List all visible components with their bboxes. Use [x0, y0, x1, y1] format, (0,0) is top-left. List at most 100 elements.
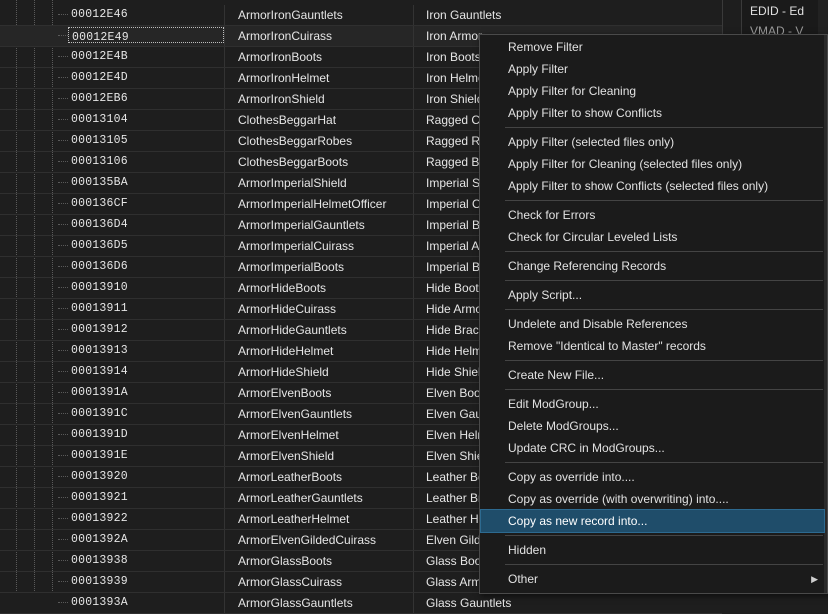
editor-id-cell[interactable]: ArmorIronGauntlets — [224, 5, 413, 25]
table-row[interactable]: 0001393A ArmorGlassGauntlets Glass Gauntle… — [0, 593, 722, 614]
formid-cell[interactable]: 00013106 — [68, 152, 224, 172]
editor-id-cell[interactable]: ArmorGlassCuirass — [224, 572, 413, 592]
formid-cell[interactable]: 00012E4D — [68, 68, 224, 88]
formid-cell[interactable]: 00012E49 — [68, 27, 224, 43]
menu-item-edit-modgroup[interactable]: Edit ModGroup... — [481, 393, 824, 415]
menu-item-apply-filter-to-show-conflicts-selected-files-only[interactable]: Apply Filter to show Conflicts (selected… — [481, 175, 824, 197]
editor-id-cell[interactable]: ArmorImperialCuirass — [224, 236, 413, 256]
name-cell[interactable]: Glass Gauntlets — [413, 593, 722, 613]
editor-id-cell[interactable]: ClothesBeggarRobes — [224, 131, 413, 151]
editor-id-cell[interactable]: ArmorHideBoots — [224, 278, 413, 298]
formid-cell[interactable]: 000136CF — [68, 194, 224, 214]
tree-connector — [58, 308, 68, 309]
editor-id-cell[interactable]: ArmorImperialGauntlets — [224, 215, 413, 235]
formid-cell[interactable]: 0001391D — [68, 425, 224, 445]
formid-cell[interactable]: 0001392A — [68, 530, 224, 550]
menu-item-label: Update CRC in ModGroups... — [508, 441, 665, 455]
editor-id-cell[interactable]: ArmorElvenHelmet — [224, 425, 413, 445]
formid-cell[interactable]: 00013911 — [68, 299, 224, 319]
menu-item-copy-as-new-record-into[interactable]: Copy as new record into... — [480, 509, 825, 533]
editor-id-cell[interactable]: ArmorHideShield — [224, 362, 413, 382]
formid-cell[interactable]: 00013922 — [68, 509, 224, 529]
menu-item-apply-filter-to-show-conflicts[interactable]: Apply Filter to show Conflicts — [481, 102, 824, 124]
menu-item-create-new-file[interactable]: Create New File... — [481, 364, 824, 386]
tree-connector — [58, 581, 68, 582]
menu-item-check-for-circular-leveled-lists[interactable]: Check for Circular Leveled Lists — [481, 226, 824, 248]
tree-connector — [58, 14, 68, 15]
tree-connector — [58, 77, 68, 78]
formid-cell[interactable]: 00013914 — [68, 362, 224, 382]
formid-cell[interactable]: 00013105 — [68, 131, 224, 151]
menu-item-copy-as-override-with-overwriting-into[interactable]: Copy as override (with overwriting) into… — [481, 488, 824, 510]
editor-id-cell[interactable]: ArmorElvenGauntlets — [224, 404, 413, 424]
editor-id-cell[interactable]: ArmorGlassGauntlets — [224, 593, 413, 613]
formid-cell[interactable]: 00013920 — [68, 467, 224, 487]
formid-cell[interactable]: 000135BA — [68, 173, 224, 193]
menu-separator — [505, 535, 823, 536]
context-menu[interactable]: Remove Filter Apply Filter Apply Filter fo… — [479, 34, 828, 594]
editor-id-cell[interactable]: ArmorIronBoots — [224, 47, 413, 67]
editor-id-cell[interactable]: ArmorHideCuirass — [224, 299, 413, 319]
tree-connector — [58, 455, 68, 456]
formid-cell[interactable]: 00013910 — [68, 278, 224, 298]
menu-item-hidden[interactable]: Hidden — [481, 539, 824, 561]
formid-cell[interactable]: 00013912 — [68, 320, 224, 340]
formid-cell[interactable]: 0001393A — [68, 593, 224, 613]
formid-cell[interactable]: 0001391A — [68, 383, 224, 403]
editor-id-cell[interactable]: ArmorLeatherHelmet — [224, 509, 413, 529]
menu-item-label: Remove "Identical to Master" records — [508, 339, 706, 353]
menu-item-apply-filter-for-cleaning-selected-files-only[interactable]: Apply Filter for Cleaning (selected file… — [481, 153, 824, 175]
formid-cell[interactable]: 0001391C — [68, 404, 224, 424]
menu-separator — [505, 127, 823, 128]
formid-cell[interactable]: 00013938 — [68, 551, 224, 571]
menu-item-apply-filter-selected-files-only[interactable]: Apply Filter (selected files only) — [481, 131, 824, 153]
editor-id-cell[interactable]: ArmorElvenShield — [224, 446, 413, 466]
editor-id-cell[interactable]: ArmorLeatherBoots — [224, 467, 413, 487]
editor-id-cell[interactable]: ArmorHideHelmet — [224, 341, 413, 361]
menu-item-other[interactable]: Other ▶ — [481, 568, 824, 590]
editor-id-cell[interactable]: ArmorElvenGildedCuirass — [224, 530, 413, 550]
formid-cell[interactable]: 00013939 — [68, 572, 224, 592]
menu-item-check-for-errors[interactable]: Check for Errors — [481, 204, 824, 226]
menu-item-apply-filter-for-cleaning[interactable]: Apply Filter for Cleaning — [481, 80, 824, 102]
record-view-item-edid[interactable]: EDID - Ed — [750, 2, 804, 20]
editor-id-cell[interactable]: ArmorIronShield — [224, 89, 413, 109]
menu-item-label: Check for Circular Leveled Lists — [508, 230, 678, 244]
menu-item-update-crc-in-modgroups[interactable]: Update CRC in ModGroups... — [481, 437, 824, 459]
formid-cell[interactable]: 00012E4B — [68, 47, 224, 67]
editor-id-cell[interactable]: ArmorHideGauntlets — [224, 320, 413, 340]
formid-cell[interactable]: 00013104 — [68, 110, 224, 130]
formid-cell[interactable]: 000136D4 — [68, 215, 224, 235]
formid-cell[interactable]: 000136D6 — [68, 257, 224, 277]
editor-id-cell[interactable]: ArmorGlassBoots — [224, 551, 413, 571]
menu-item-copy-as-override-into[interactable]: Copy as override into.... — [481, 466, 824, 488]
editor-id-cell[interactable]: ArmorIronHelmet — [224, 68, 413, 88]
menu-item-change-referencing-records[interactable]: Change Referencing Records — [481, 255, 824, 277]
formid-cell[interactable]: 00013913 — [68, 341, 224, 361]
formid-cell[interactable]: 000136D5 — [68, 236, 224, 256]
menu-item-apply-script[interactable]: Apply Script... — [481, 284, 824, 306]
menu-item-apply-filter[interactable]: Apply Filter — [481, 58, 824, 80]
formid-cell[interactable]: 00012EB6 — [68, 89, 224, 109]
menu-item-remove-identical-to-master-records[interactable]: Remove "Identical to Master" records — [481, 335, 824, 357]
editor-id-cell[interactable]: ArmorElvenBoots — [224, 383, 413, 403]
editor-id-cell[interactable]: ArmorImperialShield — [224, 173, 413, 193]
editor-id-cell[interactable]: ClothesBeggarBoots — [224, 152, 413, 172]
tree-connector — [58, 98, 68, 99]
menu-item-label: Copy as override into.... — [508, 470, 635, 484]
menu-item-delete-modgroups[interactable]: Delete ModGroups... — [481, 415, 824, 437]
editor-id-cell[interactable]: ClothesBeggarHat — [224, 110, 413, 130]
formid-cell[interactable]: 00013921 — [68, 488, 224, 508]
tree-connector — [58, 602, 68, 603]
tree-connector — [58, 224, 68, 225]
formid-cell[interactable]: 00012E46 — [68, 5, 224, 25]
editor-id-cell[interactable]: ArmorLeatherGauntlets — [224, 488, 413, 508]
editor-id-cell[interactable]: ArmorImperialBoots — [224, 257, 413, 277]
table-row[interactable]: 00012E46 ArmorIronGauntlets Iron Gauntlets — [0, 5, 722, 26]
menu-item-undelete-and-disable-references[interactable]: Undelete and Disable References — [481, 313, 824, 335]
editor-id-cell[interactable]: ArmorIronCuirass — [224, 26, 413, 46]
name-cell[interactable]: Iron Gauntlets — [413, 5, 722, 25]
formid-cell[interactable]: 0001391E — [68, 446, 224, 466]
editor-id-cell[interactable]: ArmorImperialHelmetOfficer — [224, 194, 413, 214]
menu-item-remove-filter[interactable]: Remove Filter — [481, 36, 824, 58]
